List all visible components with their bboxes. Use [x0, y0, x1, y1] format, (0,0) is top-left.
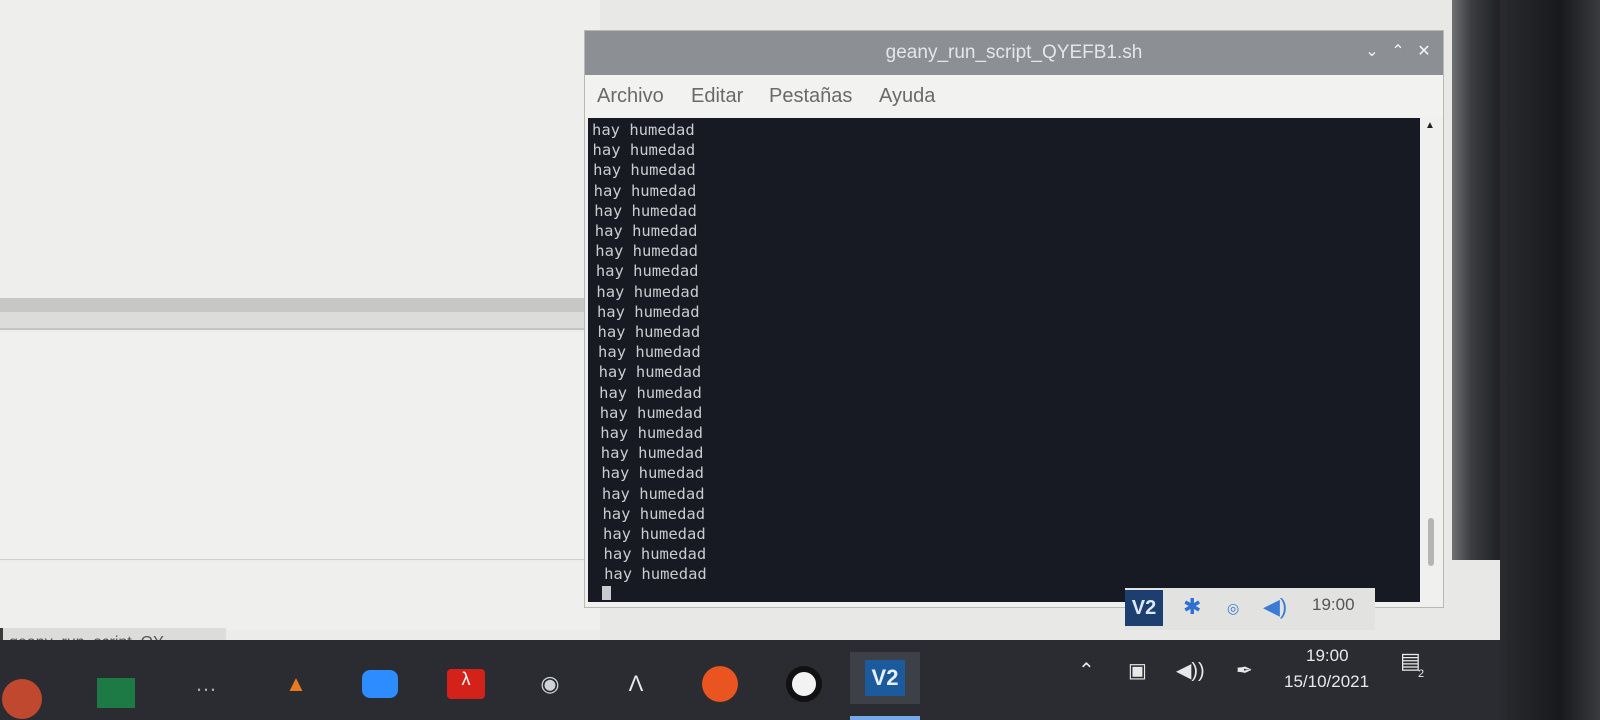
terminal-line: hay humedad	[603, 545, 707, 564]
terminal-line: hay humedad	[601, 484, 705, 503]
terminal-line: hay humedad	[594, 201, 697, 220]
terminal-line: hay humedad	[598, 363, 702, 382]
terminal-line: hay humedad	[598, 343, 701, 362]
editor-pane[interactable]	[0, 0, 600, 298]
taskbar-time[interactable]: 19:00	[1306, 646, 1349, 666]
pi-system-tray: V2 ✱ ◎ ◀) 19:00	[1125, 588, 1375, 630]
terminal-line: hay humedad	[596, 282, 700, 301]
game-icon[interactable]: …	[186, 664, 226, 704]
window-title: geany_run_script_QYEFB1.sh	[885, 42, 1143, 63]
terminal-lines: hay humedad hay humedad hay humedad hay hum…	[592, 120, 707, 585]
close-icon[interactable]: ✕	[1415, 43, 1433, 61]
notification-icon[interactable]: ▤	[1400, 648, 1430, 678]
terminal-line: hay humedad	[599, 383, 702, 402]
disk-utility-icon[interactable]: ◉	[530, 664, 570, 704]
terminal-titlebar[interactable]: geany_run_script_QYEFB1.sh ⌄ ⌃ ✕	[585, 31, 1443, 75]
terminal-scrollbar[interactable]: ▲	[1421, 118, 1441, 602]
windows-taskbar: … ▲ λ ◉ Λ V2 ⌃ ▣ ◀)) ✒ 19:00 15/10/2021 …	[0, 640, 1500, 720]
minimize-icon[interactable]: ⌄	[1363, 43, 1381, 61]
pi-clock[interactable]: 19:00	[1312, 595, 1355, 615]
inkscape-icon[interactable]	[784, 664, 824, 704]
terminal-line: hay humedad	[592, 121, 695, 139]
notification-count: 2	[1418, 668, 1425, 680]
vnc-viewer-taskbar-button[interactable]: V2	[850, 652, 920, 704]
speaker-icon[interactable]: ◀))	[1176, 658, 1205, 683]
scroll-thumb[interactable]	[1428, 518, 1434, 566]
wifi-icon[interactable]: ◎	[1227, 600, 1239, 617]
status-area	[0, 562, 600, 630]
geany-editor-area	[0, 0, 600, 650]
pen-icon[interactable]: ✒	[1236, 658, 1253, 683]
menu-archivo[interactable]: Archivo	[597, 85, 664, 108]
terminal-window: geany_run_script_QYEFB1.sh ⌄ ⌃ ✕ Archivo…	[584, 30, 1444, 608]
terminal-line: hay humedad	[593, 181, 697, 200]
app-icon-orange[interactable]	[0, 664, 44, 719]
terminal-cursor	[602, 586, 611, 600]
terminal-line: hay humedad	[604, 565, 707, 584]
menu-ayuda[interactable]: Ayuda	[879, 85, 935, 108]
matlab-icon[interactable]: ▲	[276, 664, 316, 704]
volume-icon[interactable]: ◀)	[1263, 594, 1287, 620]
terminal-line: hay humedad	[594, 222, 698, 241]
pane-divider	[0, 298, 600, 312]
monitor-bezel	[1500, 0, 1600, 720]
menu-pestanas[interactable]: Pestañas	[769, 85, 852, 108]
terminal-line: hay humedad	[601, 464, 704, 483]
terminal-line: hay humedad	[597, 323, 701, 342]
terminal-line: hay humedad	[592, 141, 696, 160]
active-indicator	[850, 716, 920, 720]
acrobat-icon[interactable]: λ	[446, 664, 486, 704]
menu-editar[interactable]: Editar	[691, 85, 743, 108]
network-icon[interactable]: ▣	[1128, 658, 1147, 683]
terminal-output[interactable]: hay humedad hay humedad hay humedad hay hum…	[588, 118, 1420, 602]
terminal-line: hay humedad	[600, 424, 703, 443]
ubuntu-icon[interactable]	[700, 664, 740, 704]
terminal-line: hay humedad	[602, 504, 706, 523]
autodesk-icon[interactable]: Λ	[616, 664, 656, 704]
scroll-up-icon[interactable]: ▲	[1425, 120, 1435, 131]
terminal-line: hay humedad	[593, 161, 696, 180]
bluetooth-icon[interactable]: ✱	[1183, 594, 1201, 620]
maximize-icon[interactable]: ⌃	[1389, 43, 1407, 61]
menubar: Archivo Editar Pestañas Ayuda	[585, 75, 1443, 117]
zoom-icon[interactable]	[360, 664, 400, 704]
chevron-up-icon[interactable]: ⌃	[1078, 658, 1095, 683]
terminal-line: hay humedad	[595, 262, 699, 281]
excel-icon[interactable]	[96, 664, 136, 708]
monitor-screen: geany_run_script_QY... geany_run_script_…	[0, 0, 1500, 720]
vnc-viewer-icon: V2	[865, 660, 905, 696]
terminal-line: hay humedad	[600, 444, 704, 463]
terminal-line: hay humedad	[599, 403, 703, 422]
terminal-line: hay humedad	[603, 525, 706, 544]
monitor-bezel-edge	[1452, 0, 1500, 560]
pane-splitter[interactable]	[0, 312, 600, 632]
taskbar-date[interactable]: 15/10/2021	[1284, 672, 1369, 692]
vnc-icon[interactable]: V2	[1125, 590, 1163, 626]
terminal-line: hay humedad	[595, 242, 698, 261]
message-pane[interactable]	[0, 332, 600, 560]
terminal-line: hay humedad	[596, 302, 700, 321]
